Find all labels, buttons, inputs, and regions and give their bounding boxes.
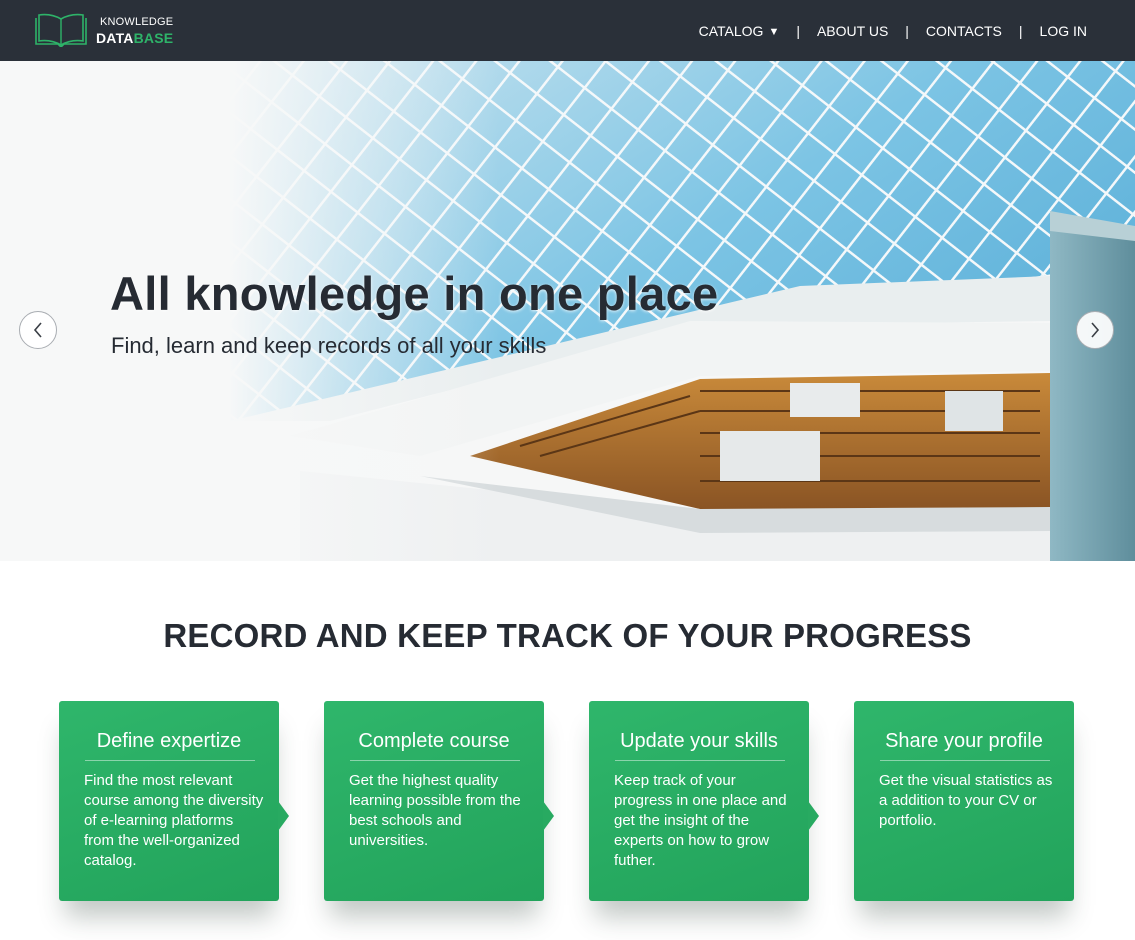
step-card-complete-course[interactable]: Complete course Get the highest quality … — [324, 701, 554, 901]
top-navigation-bar: KNOWLEDGE DATABASE CATALOG ▼ | ABOUT US |… — [0, 0, 1135, 61]
step-card-title: Share your profile — [885, 730, 1043, 752]
nav-separator: | — [1018, 23, 1023, 39]
caret-down-icon: ▼ — [768, 26, 780, 38]
nav-catalog-label: CATALOG — [698, 23, 764, 39]
step-card-title: Complete course — [358, 730, 510, 752]
logo-text-base: BASE — [133, 30, 174, 46]
logo-text-data: DATA — [96, 30, 134, 46]
hero-title: All knowledge in one place — [110, 267, 719, 320]
carousel-prev-button[interactable] — [19, 311, 57, 349]
nav-log-in[interactable]: LOG IN — [1040, 23, 1087, 39]
carousel-next-button[interactable] — [1076, 311, 1114, 349]
step-arrow-connector — [543, 801, 554, 831]
chevron-left-icon — [33, 322, 42, 338]
site-logo[interactable]: KNOWLEDGE DATABASE — [34, 11, 184, 51]
step-card-divider — [85, 760, 255, 761]
logo-text-database: DATABASE — [96, 30, 173, 46]
hero-carousel: All knowledge in one place Find, learn a… — [0, 61, 1135, 561]
chevron-right-icon — [1091, 322, 1100, 338]
step-card-text: Find the most relevant course among the … — [84, 772, 264, 869]
step-card-divider — [350, 760, 520, 761]
step-card-divider — [615, 760, 785, 761]
main-menu: CATALOG ▼ | ABOUT US | CONTACTS | LOG IN — [699, 22, 1087, 40]
hero-subtitle: Find, learn and keep records of all your… — [111, 333, 547, 358]
nav-separator: | — [796, 23, 800, 39]
step-card-share-profile[interactable]: Share your profile Get the visual statis… — [854, 701, 1074, 901]
step-arrow-connector — [808, 801, 819, 831]
step-card-define-expertize[interactable]: Define expertize Find the most relevant … — [59, 701, 289, 901]
nav-separator: | — [905, 23, 909, 39]
nav-catalog[interactable]: CATALOG ▼ — [699, 23, 780, 39]
step-card-update-skills[interactable]: Update your skills Keep track of your pr… — [589, 701, 819, 901]
step-card-title: Update your skills — [620, 730, 778, 752]
step-card-text: Get the visual statistics as a addition … — [879, 772, 1053, 829]
step-card-text: Keep track of your progress in one place… — [614, 772, 787, 869]
logo-text-knowledge: KNOWLEDGE — [100, 16, 174, 28]
step-card-text: Get the highest quality learning possibl… — [349, 772, 521, 849]
step-arrow-connector — [278, 801, 289, 831]
open-book-icon — [35, 13, 87, 47]
step-card-title: Define expertize — [96, 730, 242, 752]
progress-section-heading: RECORD AND KEEP TRACK OF YOUR PROGRESS — [163, 617, 972, 654]
nav-contacts[interactable]: CONTACTS — [926, 23, 1002, 39]
nav-about-us[interactable]: ABOUT US — [817, 23, 888, 39]
step-card-divider — [880, 760, 1050, 761]
